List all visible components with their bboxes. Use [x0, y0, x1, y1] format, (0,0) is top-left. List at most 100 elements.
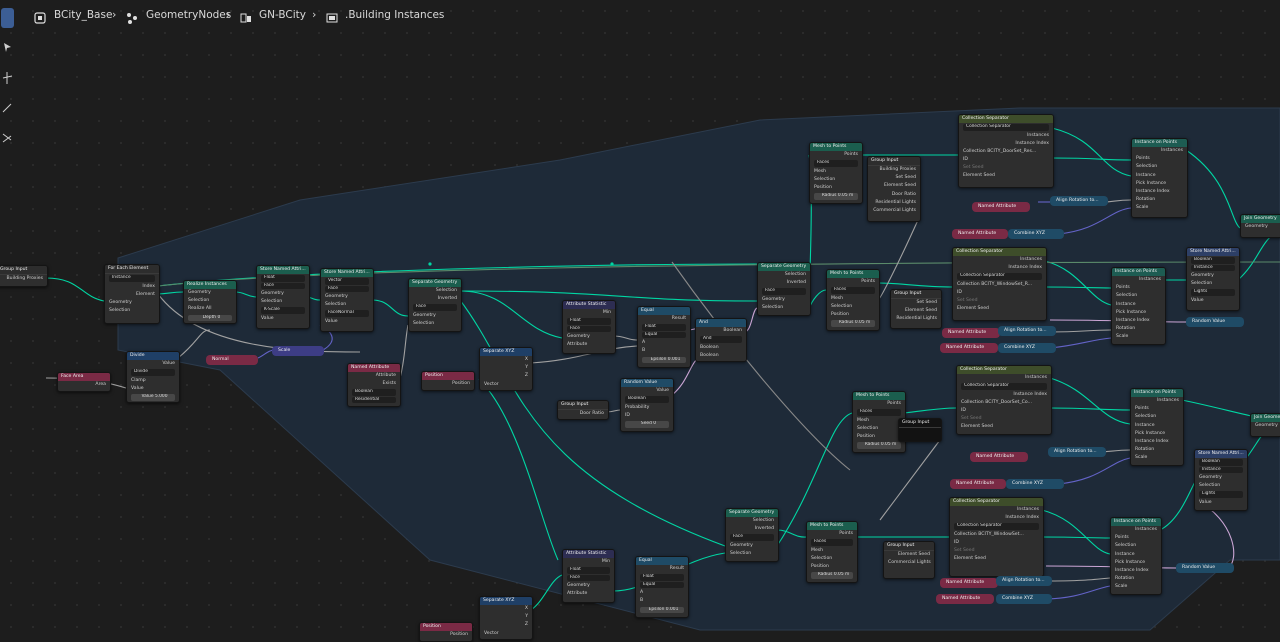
domain-dropdown[interactable]: Face	[325, 285, 369, 292]
domain-dropdown[interactable]: Face	[261, 282, 305, 289]
instance-on-points-node[interactable]: Instance on Points Instances Points Sele…	[1130, 388, 1184, 466]
domain-dropdown[interactable]: Face	[413, 304, 457, 311]
name-field[interactable]: Lights	[1191, 289, 1235, 296]
collection-row[interactable]: Collection BCITY_WindowSet...	[950, 531, 1043, 539]
combine-xyz-node[interactable]: Combine XYZ	[998, 343, 1056, 353]
mode-dropdown[interactable]: Faces	[831, 287, 875, 294]
type-dropdown[interactable]: Vector	[325, 278, 369, 285]
mesh-to-points-node[interactable]: Mesh to Points Points Faces Mesh Selecti…	[826, 269, 880, 331]
random-value-node[interactable]: Random Value	[1176, 563, 1234, 573]
mode-dropdown[interactable]: Faces	[811, 539, 853, 546]
knife-tool-button[interactable]	[1, 128, 14, 148]
radius-field[interactable]: Radius 0.05 m	[831, 320, 875, 327]
epsilon-field[interactable]: Epsilon 0.001	[640, 606, 684, 614]
group-input-node[interactable]: Group Input	[898, 418, 942, 442]
node-group-selector[interactable]: Collection Separator	[954, 523, 1039, 530]
operation-dropdown[interactable]: And	[700, 336, 742, 343]
group-input-node[interactable]: Group Input Building Proxies	[0, 265, 48, 287]
named-attribute-node[interactable]: Named Attribute	[942, 328, 1000, 338]
type-dropdown[interactable]: Float	[567, 567, 610, 574]
breadcrumb-node-group[interactable]: .Building Instances	[345, 9, 444, 21]
name-field[interactable]: Residential	[352, 396, 396, 404]
separate-xyz-node[interactable]: Separate XYZ X Y Z Vector	[479, 596, 533, 640]
collection-separator-node[interactable]: Collection Separator Instances Collectio…	[956, 365, 1052, 435]
named-attribute-node[interactable]: Named Attribute	[940, 578, 998, 588]
divide-node[interactable]: Divide Value Divide Clamp Value Value 5.…	[126, 351, 180, 403]
type-dropdown[interactable]: Float	[567, 318, 611, 325]
store-named-attribute-node[interactable]: Store Named Attri... Vector Face Geometr…	[320, 268, 374, 332]
named-attribute-node[interactable]: Named Attribute Attribute Exists Boolean…	[347, 363, 401, 407]
pick-instance-checkbox[interactable]: Pick Instance	[1131, 430, 1183, 438]
mode-dropdown[interactable]: Faces	[857, 409, 901, 416]
annotate-tool-button[interactable]	[1, 38, 14, 58]
mode-dropdown[interactable]: Equal	[640, 581, 684, 589]
store-named-attribute-node[interactable]: Store Named Attri... Float Face Geometry…	[256, 265, 310, 329]
realize-instances-node[interactable]: Realize Instances Geometry Selection Rea…	[183, 280, 237, 324]
attribute-statistic-node[interactable]: Attribute Statistic Min Float Face Geome…	[562, 300, 616, 354]
align-rotation-node[interactable]: Align Rotation to...	[996, 576, 1052, 586]
named-attribute-node[interactable]: Named Attribute	[972, 202, 1030, 212]
align-rotation-node[interactable]: Align Rotation to...	[1048, 447, 1106, 457]
breadcrumb-scene[interactable]: BCity_Base	[54, 9, 112, 21]
collection-field[interactable]: BCITY_WindowSet...	[978, 532, 1024, 537]
domain-dropdown[interactable]: Instance	[1199, 466, 1243, 473]
domain-dropdown[interactable]: Instance	[109, 275, 155, 282]
combine-xyz-node[interactable]: Combine XYZ	[1008, 229, 1064, 239]
group-input-node[interactable]: Group Input Set Seed Element Seed Reside…	[890, 289, 942, 329]
type-dropdown[interactable]: Boolean	[625, 396, 669, 403]
type-dropdown[interactable]: Boolean	[1199, 459, 1243, 466]
for-each-element-node[interactable]: For Each Element Instance Index Element …	[104, 264, 160, 324]
collection-field[interactable]: BCITY_DoorSet_Res...	[987, 149, 1036, 154]
collection-field[interactable]: BCITY_DoorSet_Co...	[985, 400, 1032, 405]
domain-dropdown[interactable]: Face	[567, 325, 611, 333]
node-group-selector[interactable]: Collection Separator	[957, 273, 1042, 280]
named-attribute-node[interactable]: Named Attribute	[950, 479, 1006, 489]
depth-field[interactable]: Depth 0	[188, 314, 232, 322]
breadcrumb-modifier[interactable]: GeometryNodes	[146, 9, 231, 21]
group-input-node[interactable]: Group Input Element Seed Commercial Ligh…	[883, 541, 935, 579]
collection-row[interactable]: Collection BCITY_DoorSet_Co...	[957, 399, 1051, 407]
store-named-attribute-node[interactable]: Store Named Attri... Boolean Instance Ge…	[1194, 449, 1248, 511]
name-field[interactable]: Lights	[1199, 491, 1243, 498]
domain-dropdown[interactable]: Instance	[1191, 264, 1235, 271]
domain-dropdown[interactable]: Face	[762, 288, 806, 295]
random-value-node[interactable]: Random Value Value Boolean Probability I…	[620, 378, 674, 432]
seed-field[interactable]: Seed 0	[625, 421, 669, 428]
epsilon-field[interactable]: Epsilon 0.001	[642, 356, 686, 364]
mode-dropdown[interactable]: Faces	[814, 160, 858, 167]
named-attribute-node[interactable]: Named Attribute	[940, 343, 998, 353]
separate-geometry-node[interactable]: Separate Geometry Selection Inverted Fac…	[757, 262, 811, 316]
align-rotation-node[interactable]: Align Rotation to...	[998, 326, 1056, 336]
collection-row[interactable]: Collection BCITY_DoorSet_Res...	[959, 148, 1053, 156]
align-rotation-node[interactable]: Align Rotation to...	[1050, 196, 1108, 206]
group-input-node[interactable]: Group Input Building Proxies Set Seed El…	[867, 156, 921, 222]
collection-separator-node[interactable]: Collection Separator Instances Instance …	[949, 497, 1044, 577]
type-dropdown[interactable]: Float	[642, 324, 686, 331]
instance-on-points-node[interactable]: Instance on Points Instances Points Sele…	[1131, 138, 1188, 218]
type-dropdown[interactable]: Boolean	[1191, 257, 1235, 264]
pick-instance-checkbox[interactable]: Pick Instance	[1132, 180, 1187, 188]
mode-dropdown[interactable]: Equal	[642, 331, 686, 339]
face-area-node[interactable]: Face Area Area	[57, 372, 111, 392]
domain-dropdown[interactable]: Face	[567, 574, 610, 582]
random-value-node[interactable]: Random Value	[1186, 317, 1244, 327]
type-dropdown[interactable]: Float	[261, 275, 305, 282]
realize-all-checkbox[interactable]: Realize All	[184, 305, 236, 313]
breadcrumb-node-tree[interactable]: GN-BCity	[259, 9, 306, 21]
combine-xyz-node[interactable]: Combine XYZ	[1006, 479, 1064, 489]
select-box-tool-button[interactable]	[1, 8, 14, 28]
combine-xyz-node[interactable]: Combine XYZ	[996, 594, 1052, 604]
name-field[interactable]: K-Scale	[261, 307, 305, 314]
domain-dropdown[interactable]: Face	[730, 534, 774, 541]
named-attribute-node[interactable]: Named Attribute	[970, 452, 1028, 462]
pick-instance-checkbox[interactable]: Pick Instance	[1112, 309, 1165, 317]
type-dropdown[interactable]: Boolean	[352, 389, 396, 396]
separate-geometry-node[interactable]: Separate Geometry Selection Inverted Fac…	[408, 278, 462, 332]
normal-node[interactable]: Normal	[206, 355, 258, 365]
draw-tool-button[interactable]	[1, 98, 14, 118]
separate-xyz-node[interactable]: Separate XYZ X Y Z Vector	[479, 347, 533, 391]
store-named-attribute-node[interactable]: Store Named Attri... Boolean Instance Ge…	[1186, 247, 1240, 311]
collection-separator-node[interactable]: Collection Separator Instances Instance …	[952, 247, 1047, 321]
collection-separator-node[interactable]: Collection Separator Collection Separato…	[958, 114, 1054, 188]
pick-instance-checkbox[interactable]: Pick Instance	[1111, 559, 1161, 567]
